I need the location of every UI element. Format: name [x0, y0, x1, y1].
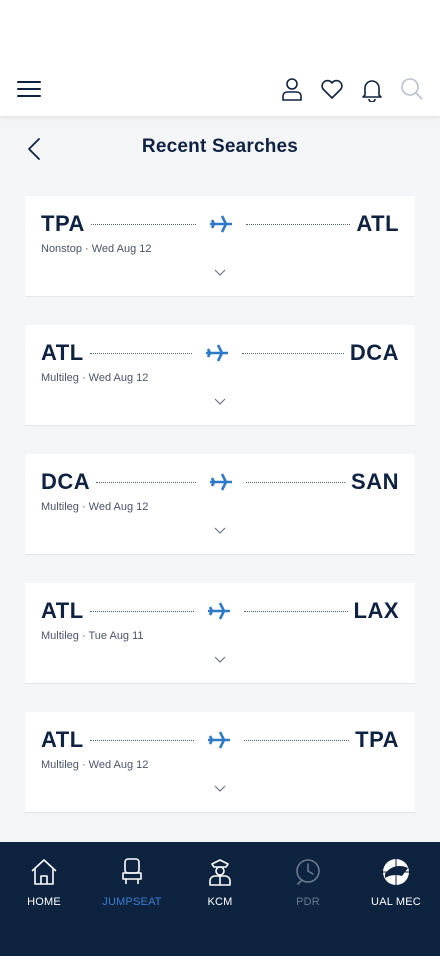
- nav-label: KCM: [207, 896, 233, 908]
- nav-label: HOME: [27, 896, 61, 908]
- search-meta: Multileg · Wed Aug 12: [41, 372, 149, 384]
- nav-label: UAL MEC: [371, 896, 421, 908]
- search-card[interactable]: ATL LAX Multileg · Tue Aug 11: [25, 583, 415, 684]
- chevron-down-icon[interactable]: [214, 656, 226, 664]
- route-row: TPA ATL: [41, 211, 399, 237]
- alpa-globe-icon: [383, 859, 409, 885]
- route-row: ATL LAX: [41, 598, 399, 624]
- origin-code: DCA: [41, 469, 91, 494]
- nav-item-home[interactable]: HOME: [0, 842, 88, 956]
- search-meta: Multileg · Wed Aug 12: [41, 759, 149, 771]
- pilot-icon: [209, 859, 231, 886]
- route-line: [241, 352, 344, 354]
- recent-searches-list: TPA ATL Nonstop · Wed Aug 12 ATL DCA Mul…: [25, 196, 415, 841]
- nav-item-ual-mec[interactable]: UAL MEC: [352, 842, 440, 956]
- status-bar-area: [0, 0, 440, 60]
- bell-icon[interactable]: [359, 76, 385, 102]
- airplane-icon: [205, 344, 228, 362]
- route-line: [89, 739, 195, 741]
- route-line: [89, 610, 194, 612]
- profile-icon[interactable]: [279, 76, 305, 102]
- destination-code: LAX: [353, 598, 400, 623]
- airplane-icon: [207, 602, 230, 620]
- route-line: [245, 223, 351, 225]
- route-row: ATL DCA: [41, 340, 399, 366]
- airplane-icon: [208, 731, 231, 749]
- page-header: Recent Searches: [0, 116, 440, 180]
- search-card[interactable]: DCA SAN Multileg · Wed Aug 12: [25, 454, 415, 555]
- heart-icon[interactable]: [319, 76, 345, 102]
- bottom-navigation: HOME JUMPSEAT KCM PDR UAL MEC: [0, 842, 440, 956]
- hamburger-menu-icon[interactable]: [16, 76, 42, 102]
- origin-code: ATL: [41, 727, 84, 752]
- seat-icon: [122, 858, 142, 884]
- airplane-icon: [209, 215, 232, 233]
- chevron-down-icon[interactable]: [214, 785, 226, 793]
- clock-icon: [296, 859, 320, 885]
- origin-code: ATL: [41, 598, 84, 623]
- nav-item-jumpseat[interactable]: JUMPSEAT: [88, 842, 176, 956]
- chevron-down-icon[interactable]: [214, 527, 226, 535]
- search-meta: Nonstop · Wed Aug 12: [41, 243, 152, 255]
- origin-code: TPA: [41, 211, 85, 236]
- route-line: [89, 352, 192, 354]
- destination-code: SAN: [351, 469, 399, 494]
- nav-label: JUMPSEAT: [102, 896, 162, 908]
- airplane-icon: [209, 473, 232, 491]
- route-line: [245, 481, 346, 483]
- route-line: [244, 739, 350, 741]
- nav-label: PDR: [296, 896, 320, 908]
- search-card[interactable]: ATL TPA Multileg · Wed Aug 12: [25, 712, 415, 813]
- search-icon[interactable]: [399, 76, 425, 102]
- nav-item-kcm[interactable]: KCM: [176, 842, 264, 956]
- route-line: [90, 223, 196, 225]
- route-line: [243, 610, 348, 612]
- route-line: [96, 481, 196, 483]
- home-icon: [31, 859, 57, 885]
- route-row: ATL TPA: [41, 727, 399, 753]
- route-row: DCA SAN: [41, 469, 399, 495]
- nav-item-pdr[interactable]: PDR: [264, 842, 352, 956]
- destination-code: ATL: [356, 211, 400, 236]
- chevron-down-icon[interactable]: [214, 269, 226, 277]
- search-card[interactable]: ATL DCA Multileg · Wed Aug 12: [25, 325, 415, 426]
- top-app-bar: [0, 60, 440, 116]
- search-meta: Multileg · Wed Aug 12: [41, 501, 149, 513]
- search-meta: Multileg · Tue Aug 11: [41, 630, 144, 642]
- destination-code: DCA: [349, 340, 399, 365]
- origin-code: ATL: [41, 340, 84, 365]
- destination-code: TPA: [355, 727, 400, 752]
- page-title: Recent Searches: [141, 136, 299, 157]
- chevron-down-icon[interactable]: [214, 398, 226, 406]
- search-card[interactable]: TPA ATL Nonstop · Wed Aug 12: [25, 196, 415, 297]
